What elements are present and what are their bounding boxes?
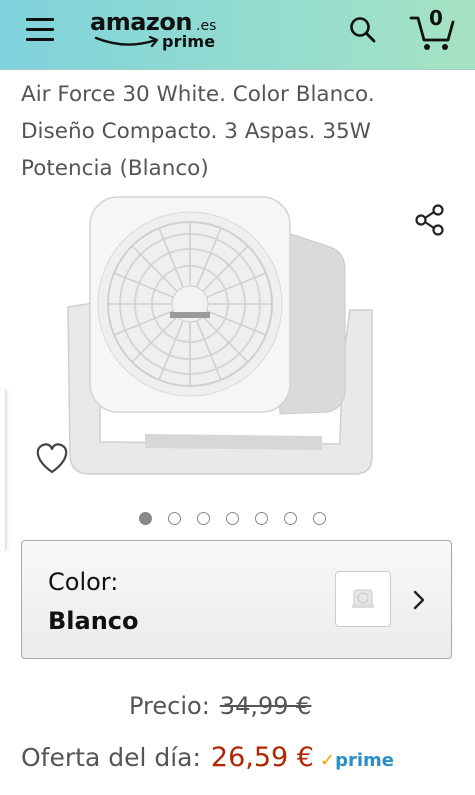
- top-nav-bar: amazon .es prime 0: [0, 0, 475, 70]
- carousel-dot[interactable]: [197, 512, 210, 525]
- deal-price: 26,59 €: [210, 742, 314, 773]
- chevron-right-icon: [413, 590, 425, 610]
- left-edge-tab: [0, 390, 6, 550]
- carousel-dot[interactable]: [313, 512, 326, 525]
- prime-check-icon: ✓: [319, 750, 336, 771]
- deal-label: Oferta del día:: [21, 743, 201, 772]
- logo-smile-icon: [94, 36, 159, 48]
- logo-prime: prime: [162, 32, 216, 51]
- carousel-dot[interactable]: [284, 512, 297, 525]
- cart-button[interactable]: 0: [408, 6, 456, 52]
- carousel-dot[interactable]: [226, 512, 239, 525]
- carousel-dot[interactable]: [168, 512, 181, 525]
- color-value: Blanco: [48, 607, 139, 635]
- color-swatch-thumbnail[interactable]: [335, 571, 391, 627]
- product-title-line: Diseño Compacto. 3 Aspas. 35W: [21, 119, 371, 144]
- product-title-line: Air Force 30 White. Color Blanco.: [21, 82, 375, 107]
- cart-count: 0: [429, 6, 443, 30]
- heart-icon[interactable]: [33, 440, 71, 476]
- deal-price-row: Oferta del día: 26,59 € ✓prime: [21, 742, 394, 773]
- swatch-fan-image: [352, 589, 374, 608]
- prime-word: prime: [335, 750, 394, 771]
- price-label: Precio:: [129, 692, 210, 720]
- color-selector[interactable]: Color: Blanco: [21, 540, 452, 659]
- list-price-row: Precio: 34,99 €: [129, 692, 311, 720]
- list-price: 34,99 €: [219, 692, 312, 720]
- search-icon[interactable]: [347, 14, 379, 46]
- product-title-line: Potencia (Blanco): [21, 156, 209, 181]
- menu-icon[interactable]: [26, 18, 56, 42]
- color-label: Color:: [48, 568, 119, 596]
- product-image[interactable]: [60, 192, 420, 482]
- prime-badge: ✓prime: [320, 750, 394, 771]
- image-carousel-dots: [139, 512, 326, 526]
- carousel-dot-active[interactable]: [139, 512, 152, 525]
- carousel-dot[interactable]: [255, 512, 268, 525]
- amazon-prime-logo[interactable]: amazon .es prime: [90, 6, 230, 56]
- product-title: Air Force 30 White. Color Blanco. Diseño…: [21, 76, 461, 187]
